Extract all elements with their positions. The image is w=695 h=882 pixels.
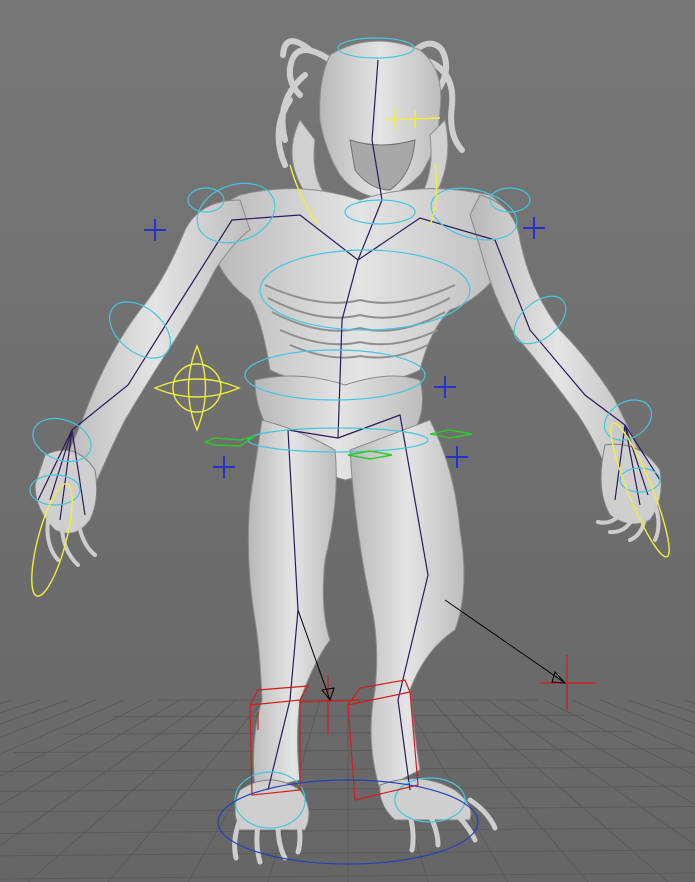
grid-line-v (683, 699, 695, 704)
leg-left (247, 419, 337, 791)
locator-cross[interactable] (446, 446, 468, 468)
locator-cross[interactable] (144, 219, 166, 241)
cog-control-circle[interactable] (172, 363, 222, 413)
hand-left (34, 449, 98, 534)
locator-cross[interactable] (523, 217, 545, 239)
hip-arrow-left[interactable] (202, 435, 256, 447)
grid-line-v (515, 699, 695, 805)
grid-line-v (627, 699, 695, 724)
grid-line-v (599, 699, 695, 738)
ik-cross-left[interactable] (299, 675, 361, 735)
floor-grid (0, 699, 695, 882)
cog-control-petal-v[interactable] (187, 344, 207, 432)
pole-arrowhead-right[interactable] (551, 671, 567, 684)
grid-line-v (571, 699, 695, 755)
scene-canvas[interactable] (0, 0, 695, 882)
maya-perspective-viewport[interactable] (0, 0, 695, 882)
pole-vector-line-right[interactable] (444, 599, 566, 684)
leg-right (349, 419, 465, 791)
arm-right (469, 194, 646, 479)
grid-line-v (655, 699, 695, 713)
locator-cross[interactable] (434, 376, 456, 398)
grid-line-v (487, 699, 695, 846)
cog-control-petal-h[interactable] (153, 378, 241, 398)
locator-cross[interactable] (213, 456, 235, 478)
